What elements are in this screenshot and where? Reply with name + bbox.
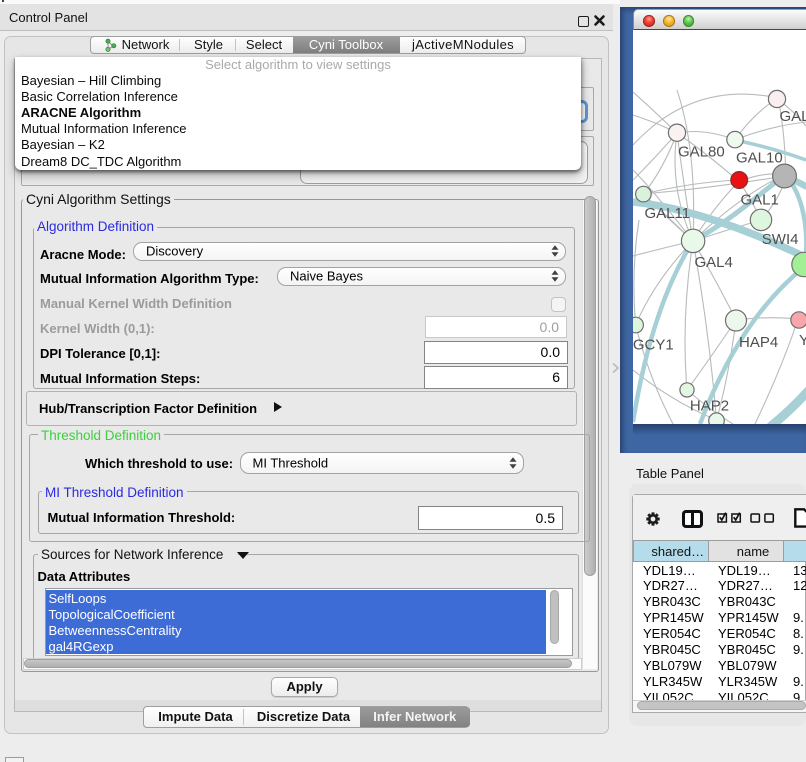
svg-text:Y: Y: [799, 332, 806, 349]
svg-text:SWI4: SWI4: [762, 231, 799, 248]
svg-text:GAL10: GAL10: [736, 150, 783, 167]
svg-text:GAL4: GAL4: [695, 254, 733, 271]
svg-text:GAL80: GAL80: [678, 143, 725, 160]
svg-text:GAL11: GAL11: [645, 205, 691, 222]
svg-text:GAL1: GAL1: [741, 191, 779, 208]
svg-text:GAL: GAL: [780, 108, 806, 125]
svg-text:HAP4: HAP4: [739, 334, 778, 351]
svg-text:HAP2: HAP2: [690, 398, 729, 415]
svg-text:GCY1: GCY1: [633, 337, 674, 354]
